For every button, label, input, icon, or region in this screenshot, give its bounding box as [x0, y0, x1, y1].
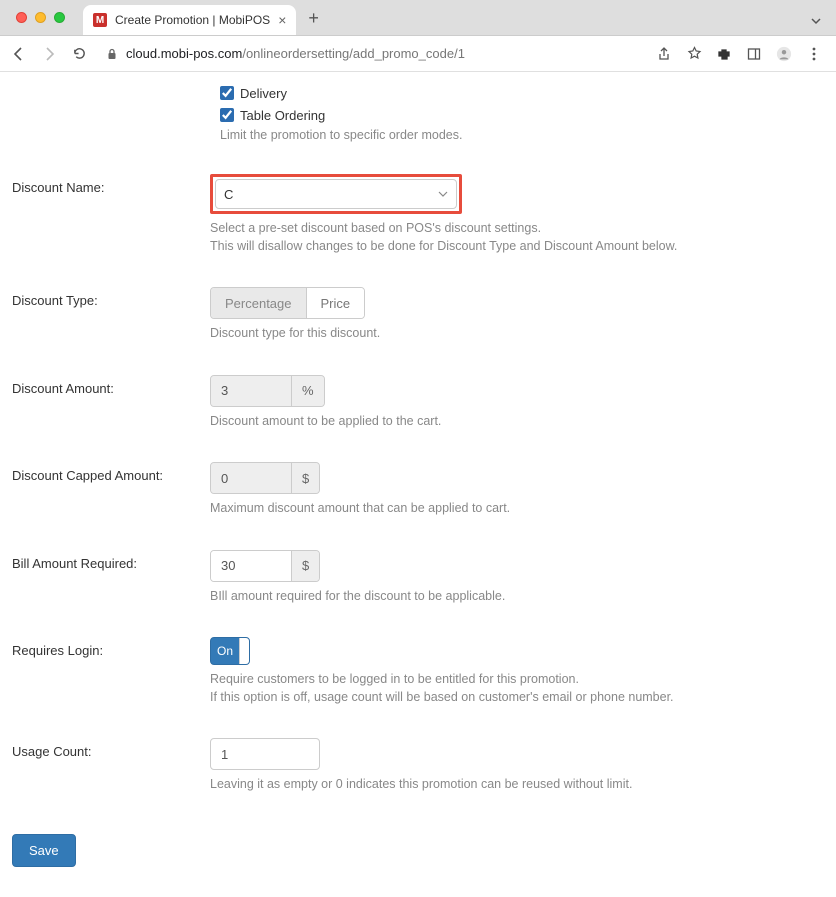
usage-count-label: Usage Count:: [0, 738, 210, 794]
discount-type-percentage[interactable]: Percentage: [211, 288, 306, 318]
save-button[interactable]: Save: [12, 834, 76, 867]
bill-required-group: $: [210, 550, 320, 582]
browser-toolbar: cloud.mobi-pos.com/onlineordersetting/ad…: [0, 36, 836, 72]
usage-count-input[interactable]: [210, 738, 320, 770]
page-content: Delivery Table Ordering Limit the promot…: [0, 72, 836, 897]
window-controls: [10, 12, 83, 35]
discount-name-value: C: [224, 187, 233, 202]
browser-tab-strip: M Create Promotion | MobiPOS × +: [0, 0, 836, 36]
requires-login-label: Requires Login:: [0, 637, 210, 706]
extensions-icon[interactable]: [716, 47, 732, 61]
discount-amount-group: %: [210, 375, 325, 407]
bill-required-help: BIll amount required for the discount to…: [210, 588, 816, 606]
capped-label: Discount Capped Amount:: [0, 462, 210, 518]
close-window-icon[interactable]: [16, 12, 27, 23]
requires-login-help-1: Require customers to be logged in to be …: [210, 671, 816, 689]
maximize-window-icon[interactable]: [54, 12, 65, 23]
table-ordering-checkbox[interactable]: [220, 108, 234, 122]
chevron-down-icon: [438, 189, 448, 199]
discount-name-label: Discount Name:: [0, 174, 210, 255]
delivery-checkbox[interactable]: [220, 86, 234, 100]
delivery-label: Delivery: [240, 86, 287, 101]
close-tab-icon[interactable]: ×: [278, 13, 286, 27]
capped-help: Maximum discount amount that can be appl…: [210, 500, 816, 518]
tab-overflow-icon[interactable]: [810, 15, 836, 35]
reload-button[interactable]: [70, 46, 88, 61]
favicon-icon: M: [93, 13, 107, 27]
address-bar[interactable]: cloud.mobi-pos.com/onlineordersetting/ad…: [100, 46, 644, 61]
discount-type-toggle: Percentage Price: [210, 287, 365, 319]
url-path: /onlineordersetting/add_promo_code/1: [242, 46, 465, 61]
bill-required-suffix: $: [291, 551, 319, 581]
kebab-menu-icon[interactable]: [806, 47, 822, 61]
bookmark-star-icon[interactable]: [686, 46, 702, 61]
toggle-on-text: On: [211, 644, 233, 658]
discount-name-select[interactable]: C: [215, 179, 457, 209]
discount-amount-label: Discount Amount:: [0, 375, 210, 431]
discount-type-help: Discount type for this discount.: [210, 325, 816, 343]
side-panel-icon[interactable]: [746, 47, 762, 61]
table-ordering-label: Table Ordering: [240, 108, 325, 123]
discount-type-label: Discount Type:: [0, 287, 210, 343]
highlight-annotation: C: [210, 174, 462, 214]
lock-icon: [106, 48, 118, 60]
new-tab-button[interactable]: +: [296, 8, 331, 35]
order-modes-help: Limit the promotion to specific order mo…: [220, 126, 836, 142]
toggle-knob: [239, 638, 249, 664]
bill-required-input[interactable]: [211, 551, 291, 581]
capped-suffix: $: [291, 463, 319, 493]
discount-name-help-1: Select a pre-set discount based on POS's…: [210, 220, 816, 238]
url-host: cloud.mobi-pos.com: [126, 46, 242, 61]
profile-avatar-icon[interactable]: [776, 45, 792, 63]
requires-login-toggle[interactable]: On: [210, 637, 250, 665]
capped-input: [211, 463, 291, 493]
discount-amount-help: Discount amount to be applied to the car…: [210, 413, 816, 431]
discount-type-price[interactable]: Price: [306, 288, 365, 318]
requires-login-help-2: If this option is off, usage count will …: [210, 689, 816, 707]
bill-required-label: Bill Amount Required:: [0, 550, 210, 606]
share-icon[interactable]: [656, 47, 672, 61]
forward-button[interactable]: [40, 46, 58, 62]
discount-name-help-2: This will disallow changes to be done fo…: [210, 238, 816, 256]
tab-title: Create Promotion | MobiPOS: [115, 13, 270, 27]
discount-amount-input: [211, 376, 291, 406]
back-button[interactable]: [10, 46, 28, 62]
minimize-window-icon[interactable]: [35, 12, 46, 23]
browser-tab[interactable]: M Create Promotion | MobiPOS ×: [83, 5, 296, 35]
discount-amount-suffix: %: [291, 376, 324, 406]
capped-group: $: [210, 462, 320, 494]
usage-count-help: Leaving it as empty or 0 indicates this …: [210, 776, 816, 794]
